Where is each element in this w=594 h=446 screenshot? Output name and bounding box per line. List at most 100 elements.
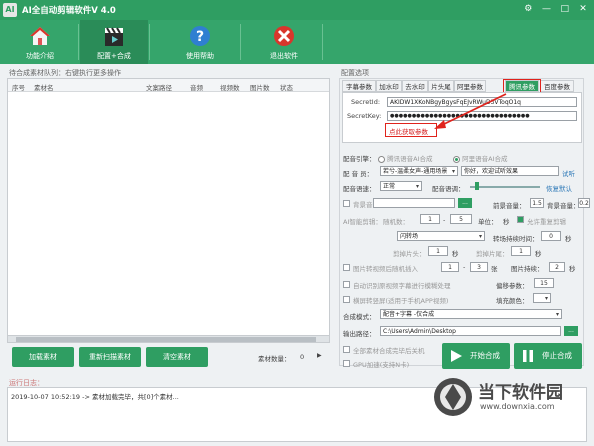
foreground-volume-label: 前景音量： bbox=[493, 202, 526, 210]
stop-compose-button[interactable]: 停止合成 bbox=[514, 343, 582, 369]
cut-head-label: 剪掉片头： bbox=[393, 250, 426, 258]
bgm-label: 背景音 bbox=[353, 201, 373, 209]
voice-preview-text-input[interactable]: 你好，欢迎试听效果 bbox=[461, 166, 559, 176]
clapperboard-icon bbox=[105, 27, 123, 46]
engine-option-label: 腾讯语音AI合成 bbox=[387, 155, 433, 163]
image-duration-input[interactable]: 2 bbox=[549, 262, 565, 272]
voice-try-link[interactable]: 试听 bbox=[562, 168, 575, 178]
column-header: 视频数 bbox=[220, 84, 240, 92]
material-queue-table[interactable]: 序号 素材名 文案路径 音频 视频数 图片数 状态 bbox=[7, 78, 330, 336]
cut-tail-input[interactable]: 1 bbox=[511, 246, 531, 256]
image-duration-label: 图片持续： bbox=[511, 265, 544, 273]
chevron-right-icon[interactable]: ▶ bbox=[317, 352, 322, 359]
allow-repeat-checkbox[interactable] bbox=[517, 216, 524, 223]
random-to-input[interactable]: 5 bbox=[450, 214, 472, 224]
toolbar-label: 退出软件 bbox=[270, 52, 298, 60]
tab-add-watermark[interactable]: 加水印 bbox=[376, 80, 402, 92]
toolbar-help-button[interactable]: ? 使用帮助 bbox=[166, 20, 234, 64]
pause-icon bbox=[523, 350, 533, 362]
bg-volume-input[interactable]: 0.2 bbox=[578, 198, 590, 208]
tab-highlight-box bbox=[503, 79, 541, 93]
site-watermark: 当下软件园 www.downxia.com bbox=[432, 370, 592, 430]
watermark-text: 当下软件园 bbox=[478, 383, 563, 403]
image-unit: 张 bbox=[491, 265, 498, 273]
engine-option-ali[interactable]: 阿里语音AI合成 bbox=[453, 153, 507, 163]
clear-material-button[interactable]: 清空素材 bbox=[146, 347, 208, 367]
speed-label: 配音语速： bbox=[343, 185, 376, 193]
offset-label: 偏移参数： bbox=[496, 282, 529, 290]
column-header: 素材名 bbox=[34, 84, 54, 92]
engine-option-label: 阿里语音AI合成 bbox=[462, 155, 508, 163]
cut-tail-seconds: 秒 bbox=[535, 250, 542, 258]
start-compose-button[interactable]: 开始合成 bbox=[442, 343, 510, 369]
engine-option-tencent[interactable]: 腾讯语音AI合成 bbox=[378, 153, 432, 163]
radio-tencent[interactable] bbox=[378, 155, 385, 163]
unit-label: 单位： bbox=[478, 218, 498, 226]
tab-intro-outro[interactable]: 片头尾 bbox=[428, 80, 454, 92]
watermark-logo-icon bbox=[434, 378, 472, 416]
compose-mode-select[interactable]: 配音+字幕 -仅合成 bbox=[380, 309, 562, 319]
transition-seconds: 秒 bbox=[565, 235, 572, 243]
cut-head-input[interactable]: 1 bbox=[428, 246, 448, 256]
toolbar-label: 使用帮助 bbox=[186, 52, 214, 60]
help-icon: ? bbox=[190, 26, 210, 46]
tone-slider-thumb[interactable] bbox=[475, 182, 479, 190]
output-path-input[interactable]: C:\Users\Admin\Desktop bbox=[380, 326, 561, 336]
cut-tail-label: 剪掉片尾： bbox=[476, 250, 509, 258]
random-from-input[interactable]: 1 bbox=[420, 214, 440, 224]
tab-ali-params[interactable]: 阿里参数 bbox=[454, 80, 486, 92]
image-to-input[interactable]: 3 bbox=[470, 262, 488, 272]
close-icon[interactable]: ✕ bbox=[576, 3, 590, 16]
bg-volume-label: 背景音量： bbox=[547, 202, 580, 210]
tab-remove-watermark[interactable]: 去水印 bbox=[402, 80, 428, 92]
gpu-label: GPU加速(支持N卡) bbox=[353, 361, 410, 369]
minimize-icon[interactable]: — bbox=[540, 3, 554, 16]
toolbar-label: 功能介绍 bbox=[26, 52, 54, 60]
bgm-browse-button[interactable]: ... bbox=[458, 198, 472, 208]
column-header: 文案路径 bbox=[146, 84, 172, 92]
image-from-input[interactable]: 1 bbox=[441, 262, 459, 272]
voice-select[interactable]: 若兮-温柔女声-通用场景 bbox=[380, 166, 458, 176]
settings-icon[interactable]: ⚙ bbox=[521, 3, 535, 16]
tab-baidu-params[interactable]: 百度参数 bbox=[540, 80, 574, 92]
output-browse-button[interactable]: ... bbox=[564, 326, 578, 336]
svg-text:?: ? bbox=[196, 29, 204, 45]
bgm-checkbox[interactable] bbox=[343, 200, 350, 207]
transition-time-input[interactable]: 0 bbox=[541, 231, 561, 241]
gpu-checkbox[interactable] bbox=[343, 360, 350, 367]
restore-default-link[interactable]: 恢复默认 bbox=[546, 183, 572, 193]
main-toolbar: 功能介绍 配置+合成 ? 使用帮助 退出软件 bbox=[0, 20, 594, 64]
output-label: 输出路径： bbox=[343, 330, 376, 338]
auto-blur-checkbox[interactable] bbox=[343, 281, 350, 288]
home-icon bbox=[30, 27, 50, 45]
shutdown-checkbox[interactable] bbox=[343, 346, 350, 353]
exit-icon bbox=[274, 26, 294, 46]
engine-label: 配音引擎： bbox=[343, 155, 376, 163]
tone-slider[interactable] bbox=[470, 186, 540, 188]
window-title: AI全自动剪辑软件V 4.0 bbox=[22, 6, 116, 16]
watermark-url: www.downxia.com bbox=[480, 402, 555, 411]
speed-select[interactable]: 正常 bbox=[380, 181, 422, 191]
load-material-button[interactable]: 加载素材 bbox=[12, 347, 74, 367]
vertical-fill-checkbox[interactable] bbox=[343, 296, 350, 303]
transition-select[interactable]: 闪转场 bbox=[397, 231, 485, 241]
toolbar-intro-button[interactable]: 功能介绍 bbox=[6, 20, 74, 64]
toolbar-exit-button[interactable]: 退出软件 bbox=[250, 20, 318, 64]
rescan-material-button[interactable]: 重新扫描素材 bbox=[79, 347, 141, 367]
foreground-volume-input[interactable]: 1.5 bbox=[530, 198, 544, 208]
bgm-path-input[interactable] bbox=[373, 198, 455, 208]
maximize-icon[interactable]: □ bbox=[558, 3, 572, 16]
image-insert-checkbox[interactable] bbox=[343, 264, 350, 271]
offset-input[interactable]: 15 bbox=[534, 278, 554, 288]
radio-ali[interactable] bbox=[453, 155, 460, 163]
horizontal-scrollbar[interactable] bbox=[7, 335, 330, 343]
toolbar-compose-button[interactable]: 配置+合成 bbox=[80, 20, 148, 64]
column-header: 状态 bbox=[280, 84, 293, 92]
play-icon bbox=[451, 350, 462, 362]
secret-key-label: SecretKey: bbox=[347, 112, 382, 120]
fill-color-select[interactable] bbox=[533, 293, 551, 303]
tone-label: 配音语调： bbox=[432, 185, 465, 193]
tab-subtitle[interactable]: 字幕参数 bbox=[342, 80, 376, 92]
table-header: 序号 素材名 文案路径 音频 视频数 图片数 状态 bbox=[8, 79, 329, 92]
column-header: 序号 bbox=[12, 84, 25, 92]
